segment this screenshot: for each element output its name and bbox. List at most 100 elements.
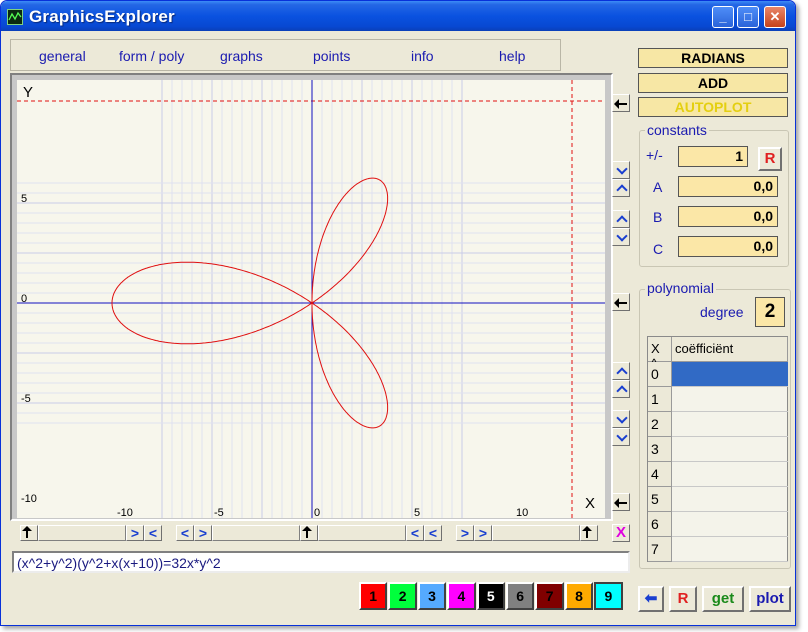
coefficient-table: X ^ coëfficiënt 01234567	[647, 336, 788, 562]
table-row-header: 1	[648, 387, 672, 412]
scroll-up-button[interactable]	[612, 179, 630, 197]
clear-formula-button[interactable]: X	[612, 524, 630, 542]
arrow-up-icon	[302, 526, 312, 538]
coefficient-cell[interactable]	[672, 412, 788, 437]
reset-constants-button[interactable]: R	[758, 147, 782, 171]
scroll-left-button[interactable]: <	[176, 525, 194, 541]
x-tick-label: -5	[214, 507, 224, 518]
right-marker-up-button[interactable]	[580, 525, 598, 541]
scroll-left-button[interactable]: <	[424, 525, 442, 541]
coefficient-cell[interactable]	[672, 362, 788, 387]
menu-graphs[interactable]: graphs	[220, 48, 263, 64]
scroll-up-button[interactable]	[612, 210, 630, 228]
graph-svg: Y X -10 -5 0 5 10 5 0 -5 -10	[17, 80, 605, 518]
app-icon	[7, 9, 23, 25]
constant-b-input[interactable]: 0,0	[678, 206, 778, 227]
arrow-left-icon: ⬅	[644, 590, 658, 607]
scroll-left-button[interactable]: <	[406, 525, 424, 541]
coefficient-cell[interactable]	[672, 487, 788, 512]
degree-label: degree	[700, 304, 744, 320]
left-marker-up-button[interactable]	[20, 525, 38, 541]
table-header-x: X ^	[648, 337, 672, 371]
polynomial-title: polynomial	[645, 280, 716, 296]
color-button-7[interactable]: 7	[535, 582, 564, 610]
menu-info[interactable]: info	[411, 48, 434, 64]
scroll-track[interactable]	[212, 525, 300, 541]
reset-button[interactable]: R	[669, 586, 697, 612]
chevron-right-icon: >	[460, 525, 470, 541]
arrow-up-icon	[22, 526, 32, 538]
chevron-down-icon	[616, 230, 628, 242]
close-button[interactable]: ✕	[764, 6, 786, 28]
top-marker-left-button[interactable]	[612, 94, 630, 112]
color-button-3[interactable]: 3	[417, 582, 447, 610]
constant-c-label: C	[653, 241, 664, 257]
bottom-marker-left-button[interactable]	[612, 493, 630, 511]
color-button-9[interactable]: 9	[594, 582, 623, 610]
y-tick-label: 5	[21, 193, 27, 205]
graph-canvas[interactable]: Y X -10 -5 0 5 10 5 0 -5 -10	[10, 73, 613, 521]
maximize-button[interactable]: □	[737, 6, 759, 28]
degree-input[interactable]: 2	[755, 297, 785, 327]
scroll-track[interactable]	[492, 525, 580, 541]
get-button[interactable]: get	[702, 586, 744, 612]
scroll-track[interactable]	[318, 525, 406, 541]
center-marker-up-button[interactable]	[300, 525, 318, 541]
y-axis-label: Y	[23, 84, 33, 101]
scroll-down-button[interactable]	[612, 410, 630, 428]
menu-points[interactable]: points	[313, 48, 350, 64]
menu-general[interactable]: general	[39, 48, 86, 64]
constant-a-label: A	[653, 179, 663, 195]
maximize-icon: □	[744, 9, 752, 24]
scroll-right-button[interactable]: >	[194, 525, 212, 541]
scroll-down-button[interactable]	[612, 161, 630, 179]
coefficient-cell[interactable]	[672, 512, 788, 537]
formula-input[interactable]: (x^2+y^2)(y^2+x(x+10))=32x*y^2	[12, 551, 630, 573]
scroll-down-button[interactable]	[612, 228, 630, 246]
color-button-6[interactable]: 6	[506, 582, 535, 610]
scroll-left-button[interactable]: <	[144, 525, 162, 541]
scroll-right-button[interactable]: >	[474, 525, 492, 541]
constants-title: constants	[645, 122, 709, 138]
sign-label: +/-	[646, 147, 663, 163]
color-button-5[interactable]: 5	[476, 582, 505, 610]
radians-toggle[interactable]: RADIANS	[638, 48, 788, 68]
constant-c-input[interactable]: 0,0	[678, 236, 778, 257]
chevron-left-icon: <	[148, 525, 158, 541]
table-row-header: 2	[648, 412, 672, 437]
coefficient-cell[interactable]	[672, 537, 788, 562]
back-button[interactable]: ⬅	[638, 586, 664, 612]
chevron-right-icon: >	[478, 525, 488, 541]
minimize-icon: _	[719, 9, 727, 24]
chevron-up-icon	[616, 184, 628, 196]
scroll-right-button[interactable]: >	[456, 525, 474, 541]
color-button-2[interactable]: 2	[388, 582, 417, 610]
close-icon: ✕	[769, 9, 781, 24]
sign-input[interactable]: 1	[678, 146, 748, 167]
chevron-up-icon	[616, 215, 628, 227]
coefficient-cell[interactable]	[672, 437, 788, 462]
add-toggle[interactable]: ADD	[638, 73, 788, 93]
y-tick-label: -10	[21, 493, 37, 505]
autoplot-toggle[interactable]: AUTOPLOT	[638, 97, 788, 117]
scroll-up-button[interactable]	[612, 380, 630, 398]
coefficient-cell[interactable]	[672, 387, 788, 412]
constant-b-label: B	[653, 209, 663, 225]
color-button-8[interactable]: 8	[564, 582, 594, 610]
menu-form-poly[interactable]: form / poly	[119, 48, 184, 64]
coefficient-cell[interactable]	[672, 462, 788, 487]
plot-button[interactable]: plot	[749, 586, 791, 612]
color-button-4[interactable]: 4	[447, 582, 476, 610]
constant-a-input[interactable]: 0,0	[678, 176, 778, 197]
scroll-up-button[interactable]	[612, 362, 630, 380]
chevron-left-icon: <	[428, 525, 438, 541]
menu-help[interactable]: help	[499, 48, 525, 64]
x-tick-label: -10	[117, 507, 133, 518]
scroll-track[interactable]	[38, 525, 126, 541]
minimize-button[interactable]: _	[712, 6, 734, 28]
chevron-left-icon: <	[180, 525, 190, 541]
center-marker-left-button[interactable]	[612, 293, 630, 311]
color-button-1[interactable]: 1	[359, 582, 388, 610]
scroll-right-button[interactable]: >	[126, 525, 144, 541]
scroll-down-button[interactable]	[612, 428, 630, 446]
